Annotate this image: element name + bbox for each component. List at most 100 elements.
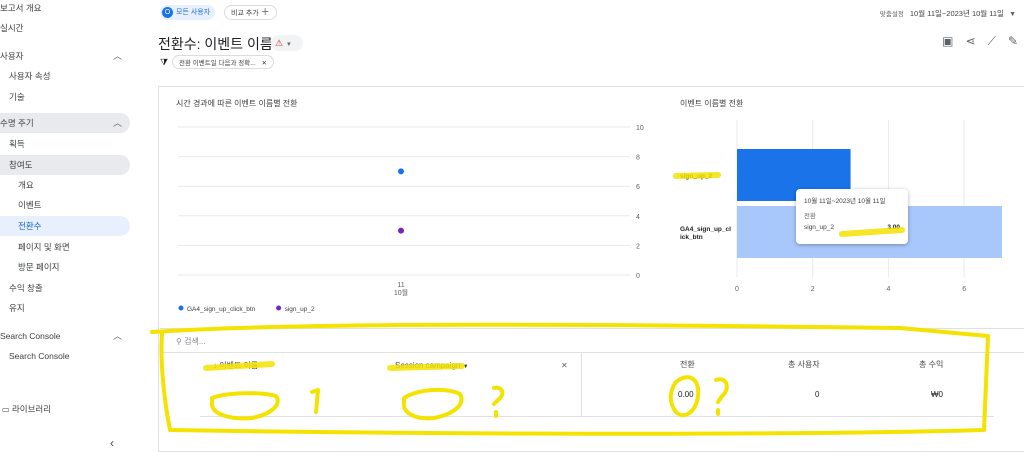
sidebar-item-engagement[interactable]: 참여도: [0, 155, 130, 175]
add-comparison-button[interactable]: 비교 추가 ＋: [224, 5, 277, 20]
library-label: 라이브러리: [11, 404, 52, 414]
sidebar-library[interactable]: ▭ 라이브러리: [2, 403, 51, 415]
table-search[interactable]: ⚲ 검색...: [176, 336, 205, 347]
remove-dimension-icon[interactable]: ✕: [561, 361, 568, 370]
y-tick-label: 8: [636, 155, 640, 162]
x-tick-label: 4: [886, 286, 890, 293]
sidebar-item-label: 참여도: [9, 160, 33, 170]
sidebar-item-conversions[interactable]: 전환수: [0, 216, 130, 236]
sidebar-item-label: 수명 주기: [0, 118, 34, 128]
total-conversions: 0.00: [678, 390, 694, 399]
x-tick-label: 0: [735, 286, 739, 293]
sidebar-section-search-console[interactable]: Search Console ︿: [0, 326, 130, 346]
sidebar-item-label: 페이지 및 화면: [18, 242, 70, 252]
header-label: Session campaign: [395, 361, 461, 370]
header-label: 이벤트 이름: [219, 361, 259, 370]
date-custom-label: 맞춤설정: [879, 11, 904, 18]
total-revenue: ₩0: [931, 390, 943, 399]
sidebar-item-retention[interactable]: 유지: [0, 298, 130, 318]
sidebar-item-events[interactable]: 이벤트: [0, 195, 130, 215]
collapse-sidebar-icon[interactable]: ‹: [110, 436, 114, 450]
category-label: ick_btn: [680, 234, 703, 241]
date-range-picker[interactable]: 맞춤설정 10월 11일~2023년 10월 11일 ▼: [880, 8, 1016, 19]
column-header-session-campaign[interactable]: Session campaign ▼: [395, 361, 469, 370]
sidebar-item-label: 획득: [9, 139, 25, 149]
dropdown-arrow-icon: ▼: [462, 364, 469, 370]
sidebar-item-overview[interactable]: 개요: [0, 175, 130, 195]
y-tick-label: 4: [636, 214, 640, 221]
sidebar-item-search-console[interactable]: Search Console: [0, 346, 130, 366]
tooltip-name: sign_up_2: [804, 224, 834, 231]
filter-label: 전환 이벤트일 다음과 정확...: [179, 60, 256, 67]
legend-marker: [178, 305, 184, 311]
plus-icon: ＋: [260, 7, 270, 17]
warning-icon: ⚠: [275, 38, 284, 48]
sidebar-item-label: 실시간: [0, 23, 24, 33]
sidebar-item-label: 전환수: [18, 221, 42, 231]
sidebar-item-label: Search Console: [9, 351, 70, 361]
x-tick-label: 10월: [394, 288, 408, 297]
line-chart: 10 8 6 4 2 0 1110월 GA4_sign_up_click_btn sign_up…: [178, 125, 644, 313]
x-tick-label: 2: [811, 286, 815, 293]
warning-chip[interactable]: ⚠ ▾: [271, 35, 303, 51]
sidebar-section-user[interactable]: 사용자 ︿: [0, 46, 130, 66]
edit-icon[interactable]: ✎: [1008, 34, 1018, 49]
filter-icon[interactable]: ⧩: [160, 57, 168, 68]
x-tick-label: 11: [397, 282, 404, 289]
line-chart-title: 시간 경과에 따른 이벤트 이름별 전환: [176, 99, 298, 108]
category-label: GA4_sign_up_cl: [680, 226, 731, 233]
sidebar-item-realtime[interactable]: 실시간: [0, 18, 130, 38]
tooltip-value: 3.00: [887, 224, 900, 231]
chevron-down-icon: ▾: [287, 41, 291, 48]
data-point: [398, 168, 404, 175]
column-header-total-users[interactable]: 총 사용자: [788, 359, 820, 370]
chart-tooltip: 10월 11일~2023년 10월 11일 전환 sign_up_2 3.00: [796, 189, 908, 244]
folder-icon: ▭: [2, 405, 10, 414]
sidebar: 보고서 개요 실시간 사용자 ︿ 사용자 속성 기술 수명 주기 ︿ 획득 참여도 …: [0, 0, 140, 452]
y-tick-label: 6: [636, 184, 640, 191]
sidebar-item-report-overview[interactable]: 보고서 개요: [0, 0, 130, 18]
legend-label: GA4_sign_up_click_btn: [187, 306, 256, 313]
chevron-up-icon: ︿: [112, 51, 122, 61]
close-icon[interactable]: ✕: [261, 60, 266, 67]
sidebar-item-acquisition[interactable]: 획득: [0, 134, 130, 154]
customize-report-icon[interactable]: ▣: [942, 34, 953, 49]
table-divider: [160, 328, 1024, 329]
sidebar-item-landing-page[interactable]: 방문 페이지: [0, 257, 130, 277]
share-icon[interactable]: ⋖: [965, 34, 975, 49]
legend-label: sign_up_2: [285, 306, 315, 313]
total-users: 0: [815, 390, 820, 399]
sidebar-item-label: 사용자 속성: [9, 71, 51, 81]
chevron-up-icon: ︿: [112, 331, 122, 341]
top-bar: O 모든 사용자 비교 추가 ＋ 맞춤설정 10월 11일~2023년 10월 …: [150, 0, 1024, 26]
insights-icon[interactable]: ⟋: [988, 34, 996, 49]
compare-label: 비교 추가: [231, 10, 259, 17]
legend-marker: [276, 305, 282, 311]
category-label: sign_up_2: [680, 173, 713, 180]
x-tick-label: 6: [962, 286, 966, 293]
sidebar-item-label: 개요: [18, 180, 34, 190]
y-tick-label: 10: [636, 125, 644, 132]
sidebar-section-lifecycle[interactable]: 수명 주기 ︿: [0, 113, 130, 133]
filter-chip[interactable]: 전환 이벤트일 다음과 정확... ✕: [172, 55, 274, 69]
column-header-total-revenue[interactable]: 총 수익: [919, 359, 943, 370]
chevron-up-icon: ︿: [112, 118, 122, 128]
column-header-conversions[interactable]: 전환: [680, 359, 695, 370]
all-users-chip[interactable]: O 모든 사용자: [160, 5, 216, 20]
sidebar-item-tech[interactable]: 기술: [0, 87, 130, 107]
user-circle-icon: O: [162, 7, 173, 18]
sidebar-item-label: 수익 창출: [9, 283, 43, 293]
y-tick-label: 0: [636, 273, 640, 280]
column-header-event-name[interactable]: ↓ 이벤트 이름: [213, 360, 258, 371]
sidebar-item-label: 기술: [9, 92, 25, 102]
sidebar-item-label: 보고서 개요: [0, 3, 42, 13]
sidebar-item-pages-screens[interactable]: 페이지 및 화면: [0, 237, 130, 257]
filter-row: ⧩ 전환 이벤트일 다음과 정확... ✕: [160, 55, 274, 69]
search-input[interactable]: 검색...: [184, 337, 205, 346]
sidebar-item-user-attributes[interactable]: 사용자 속성: [0, 66, 130, 86]
table-divider: [200, 416, 994, 417]
sidebar-item-monetization[interactable]: 수익 창출: [0, 278, 130, 298]
tooltip-metric: 전환: [804, 213, 816, 220]
sidebar-item-label: 사용자: [0, 51, 24, 61]
data-point: [398, 227, 404, 234]
